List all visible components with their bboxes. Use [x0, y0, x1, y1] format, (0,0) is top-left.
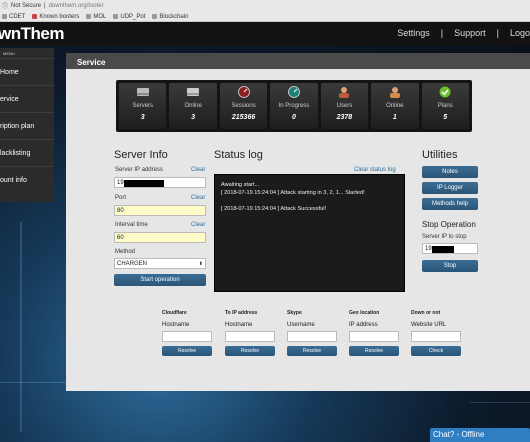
- lookup-cloudflare: Cloudflare Hostname Resolve: [162, 310, 212, 356]
- bookmark-icon: [2, 14, 7, 19]
- log-line: [ 2018-07-19 15:24:04 ] Attack Successfu…: [221, 206, 327, 212]
- folder-icon: [152, 14, 158, 19]
- sidebar-item-home[interactable]: Home: [0, 58, 54, 85]
- interval-label: Interval time: [115, 222, 148, 228]
- chevron-updown-icon: ⬍: [198, 261, 203, 267]
- bookmark[interactable]: Blockchain: [152, 14, 188, 20]
- bookmark[interactable]: CDET: [2, 14, 25, 20]
- server-ip-input[interactable]: 19: [114, 177, 206, 188]
- stat-sessions: Sessions 215366: [219, 83, 268, 129]
- server-online-icon: [187, 88, 200, 96]
- log-line: [ 2018-07-19 15:24:04 ] Attack starting …: [221, 190, 365, 196]
- cloudflare-hostname-input[interactable]: [162, 331, 212, 342]
- interval-input[interactable]: 60: [114, 232, 206, 243]
- clear-ip-link[interactable]: Clear: [191, 167, 205, 173]
- browser-chrome: ⓘ Not Secure | downthem.org/tooter CDET …: [0, 0, 530, 22]
- panel-title: Service: [66, 53, 530, 69]
- stat-users-online: Online 1: [371, 83, 419, 129]
- to-ip-hostname-input[interactable]: [225, 331, 275, 342]
- check-icon: [439, 86, 451, 98]
- check-button[interactable]: Check: [411, 346, 461, 356]
- methods-help-button[interactable]: Methods help: [422, 198, 478, 210]
- to-ip-resolve-button[interactable]: Resolve: [225, 346, 275, 356]
- geo-ip-input[interactable]: [349, 331, 399, 342]
- gauge-red-icon: [237, 86, 250, 98]
- sidebar-item-service[interactable]: ervice: [0, 85, 54, 112]
- top-navbar: wnThem Settings | Support | Logo: [0, 22, 530, 46]
- clear-interval-link[interactable]: Clear: [191, 222, 205, 228]
- stop-operation-title: Stop Operation: [422, 220, 476, 229]
- stat-servers-online: Online 3: [169, 83, 217, 129]
- stat-servers: Servers 3: [119, 83, 167, 129]
- log-line: [221, 197, 398, 205]
- port-input[interactable]: 80: [114, 205, 206, 216]
- user-icon: [339, 87, 350, 98]
- method-label: Method: [115, 249, 136, 255]
- start-operation-button[interactable]: Start operation: [114, 274, 206, 286]
- notes-button[interactable]: Notes: [422, 166, 478, 178]
- skype-username-input[interactable]: [287, 331, 337, 342]
- menu-title: MENU: [3, 51, 15, 56]
- log-line: Awaiting start...: [221, 182, 260, 188]
- clear-status-log-link[interactable]: Clear status log: [354, 167, 396, 173]
- nav-support[interactable]: Support: [454, 28, 486, 38]
- shield-icon: [32, 14, 38, 19]
- nav-settings[interactable]: Settings: [397, 28, 430, 38]
- redaction-block: [123, 180, 164, 187]
- sidebar-item-blacklisting[interactable]: lacklisting: [0, 139, 54, 166]
- ip-logger-button[interactable]: IP Logger: [422, 182, 478, 194]
- skype-resolve-button[interactable]: Resolve: [287, 346, 337, 356]
- security-label: Not Secure: [11, 2, 42, 9]
- nav-logout[interactable]: Logo: [510, 28, 530, 38]
- stat-in-progress: In Progress 0: [270, 83, 318, 129]
- bookmark[interactable]: Known booters: [32, 14, 79, 20]
- bookmark[interactable]: UDP_Pot: [113, 14, 145, 20]
- folder-icon: [113, 14, 119, 19]
- lookup-geo-location: Geo location IP address Resolve: [349, 310, 399, 356]
- gauge-teal-icon: [288, 86, 300, 98]
- brand-logo[interactable]: wnThem: [0, 24, 64, 44]
- stop-ip-input[interactable]: 19: [422, 243, 478, 254]
- clear-port-link[interactable]: Clear: [191, 195, 205, 201]
- server-ip-label: Server IP address: [115, 167, 163, 173]
- lookup-tools: Cloudflare Hostname Resolve To IP addres…: [162, 310, 472, 366]
- redaction-block: [431, 246, 454, 253]
- info-icon: ⓘ: [2, 4, 9, 10]
- stat-plans: Plans 5: [421, 83, 469, 129]
- lookup-down-or-not: Down or not Website URL Check: [411, 310, 461, 356]
- sidebar-item-subscription-plan[interactable]: ription plan: [0, 112, 54, 139]
- stop-ip-label: Server IP to stop: [422, 234, 467, 240]
- utilities-title: Utilities: [422, 149, 458, 161]
- side-menu: MENU Home ervice ription plan lacklistin…: [0, 48, 54, 202]
- status-log-console: Awaiting start... [ 2018-07-19 15:24:04 …: [214, 174, 405, 292]
- lookup-skype: Skype Username Resolve: [287, 310, 337, 356]
- status-log-title: Status log: [214, 149, 263, 161]
- geo-resolve-button[interactable]: Resolve: [349, 346, 399, 356]
- lookup-to-ip: To IP address Hostname Resolve: [225, 310, 275, 356]
- stats-bar: Servers 3 Online 3 Sessions 215366 In Pr…: [116, 80, 472, 132]
- cloudflare-resolve-button[interactable]: Resolve: [162, 346, 212, 356]
- address-bar[interactable]: ⓘ Not Secure | downthem.org/tooter: [0, 0, 530, 11]
- bookmark[interactable]: MOL: [86, 14, 106, 20]
- url-text[interactable]: downthem.org/tooter: [49, 3, 104, 9]
- stop-button[interactable]: Stop: [422, 260, 478, 272]
- server-icon: [136, 88, 149, 96]
- stat-users: Users 2378: [320, 83, 369, 129]
- folder-icon: [86, 14, 92, 19]
- user-online-icon: [389, 87, 400, 98]
- chat-widget[interactable]: Chat? - Offline: [430, 428, 530, 442]
- bookmarks-bar: CDET Known booters MOL UDP_Pot Blockchai…: [0, 11, 530, 22]
- service-panel: Service Servers 3 Online 3 Sessions 2153…: [66, 53, 530, 391]
- method-select[interactable]: CHARGEN ⬍: [114, 258, 206, 269]
- port-label: Port: [115, 195, 127, 201]
- sidebar-item-account-info[interactable]: ount info: [0, 166, 54, 193]
- server-info-title: Server Info: [114, 149, 168, 161]
- website-url-input[interactable]: [411, 331, 461, 342]
